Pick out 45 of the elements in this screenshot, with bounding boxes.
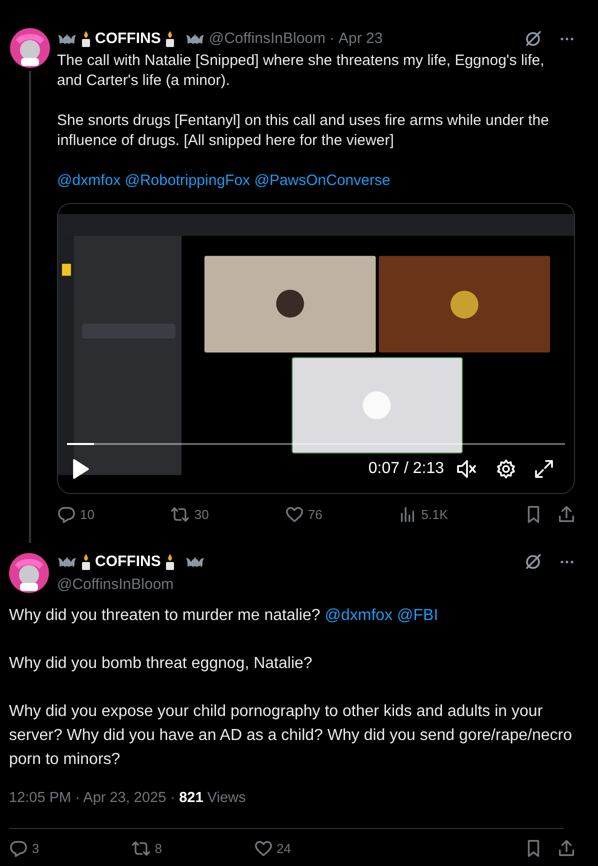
mention-link[interactable]: @dxmfox <box>57 172 121 188</box>
display-name[interactable]: COFFINS <box>95 551 161 574</box>
slashed-circle-icon[interactable] <box>524 30 542 48</box>
mention-link[interactable]: @RobotrippingFox <box>124 172 250 188</box>
mention-link[interactable]: @PawsOnConverse <box>254 172 390 188</box>
candle-icon <box>164 30 176 48</box>
tweet-text: The call with Natalie [Snipped] where she threatens my life, Eggnog's life, and Carter's life (a minor). <box>57 50 546 90</box>
fullscreen-icon[interactable] <box>534 458 554 478</box>
user-handle[interactable]: @CoffinsInBloom <box>208 28 326 50</box>
avatar-icon <box>10 28 50 68</box>
reply-button[interactable] <box>9 839 28 858</box>
tweet-text: Why did you expose your child pornography to other kids and adults in your server? Why did you have an AD as a child? Why did you send gore/rape/necro porn to minors? <box>9 702 573 770</box>
reposts-count: 8 <box>154 840 162 858</box>
share-icon[interactable] <box>557 839 576 858</box>
video-time: 0:07 / 2:13 <box>368 458 444 478</box>
mention-link[interactable]: @dxmfox <box>324 607 393 624</box>
display-name[interactable]: COFFINS <box>95 28 161 50</box>
like-button[interactable] <box>284 504 304 524</box>
settings-icon[interactable] <box>496 458 516 478</box>
tweet-text: Why did you threaten to murder me natalie? @dxmfox @FBI <box>9 606 440 626</box>
repost-button[interactable] <box>130 839 151 858</box>
views-count: 5.1K <box>421 506 448 524</box>
likes-count: 24 <box>276 840 291 858</box>
candle-icon <box>80 553 92 572</box>
post-timestamp: 12:05 PM · Apr 23, 2025 · 821 Views <box>9 789 247 808</box>
avatar-icon <box>9 553 49 593</box>
separator-dot: · <box>330 29 335 49</box>
like-button[interactable] <box>254 839 272 858</box>
tweet-text: She snorts drugs [Fentanyl] on this call and uses fire arms while under the influence of drugs. [All snipped here for the viewer] <box>57 110 550 150</box>
mute-icon[interactable] <box>456 458 478 480</box>
play-icon[interactable] <box>72 458 90 480</box>
repost-button[interactable] <box>170 504 190 524</box>
likes-count: 76 <box>308 506 322 524</box>
reply-button[interactable] <box>57 504 76 524</box>
reposts-count: 30 <box>194 506 209 524</box>
mention-link[interactable]: @FBI <box>397 607 438 624</box>
share-icon[interactable] <box>556 504 576 524</box>
candle-icon <box>80 30 92 48</box>
user-handle[interactable]: @CoffinsInBloom <box>57 574 205 596</box>
replies-count: 3 <box>32 840 40 858</box>
replies-count: 10 <box>80 506 94 524</box>
tweet-text: Why did you bomb threat eggnog, Natalie? <box>9 654 314 674</box>
post-date[interactable]: Apr 23 <box>338 28 383 50</box>
candle-icon <box>164 553 176 572</box>
slashed-circle-icon[interactable] <box>524 553 542 571</box>
